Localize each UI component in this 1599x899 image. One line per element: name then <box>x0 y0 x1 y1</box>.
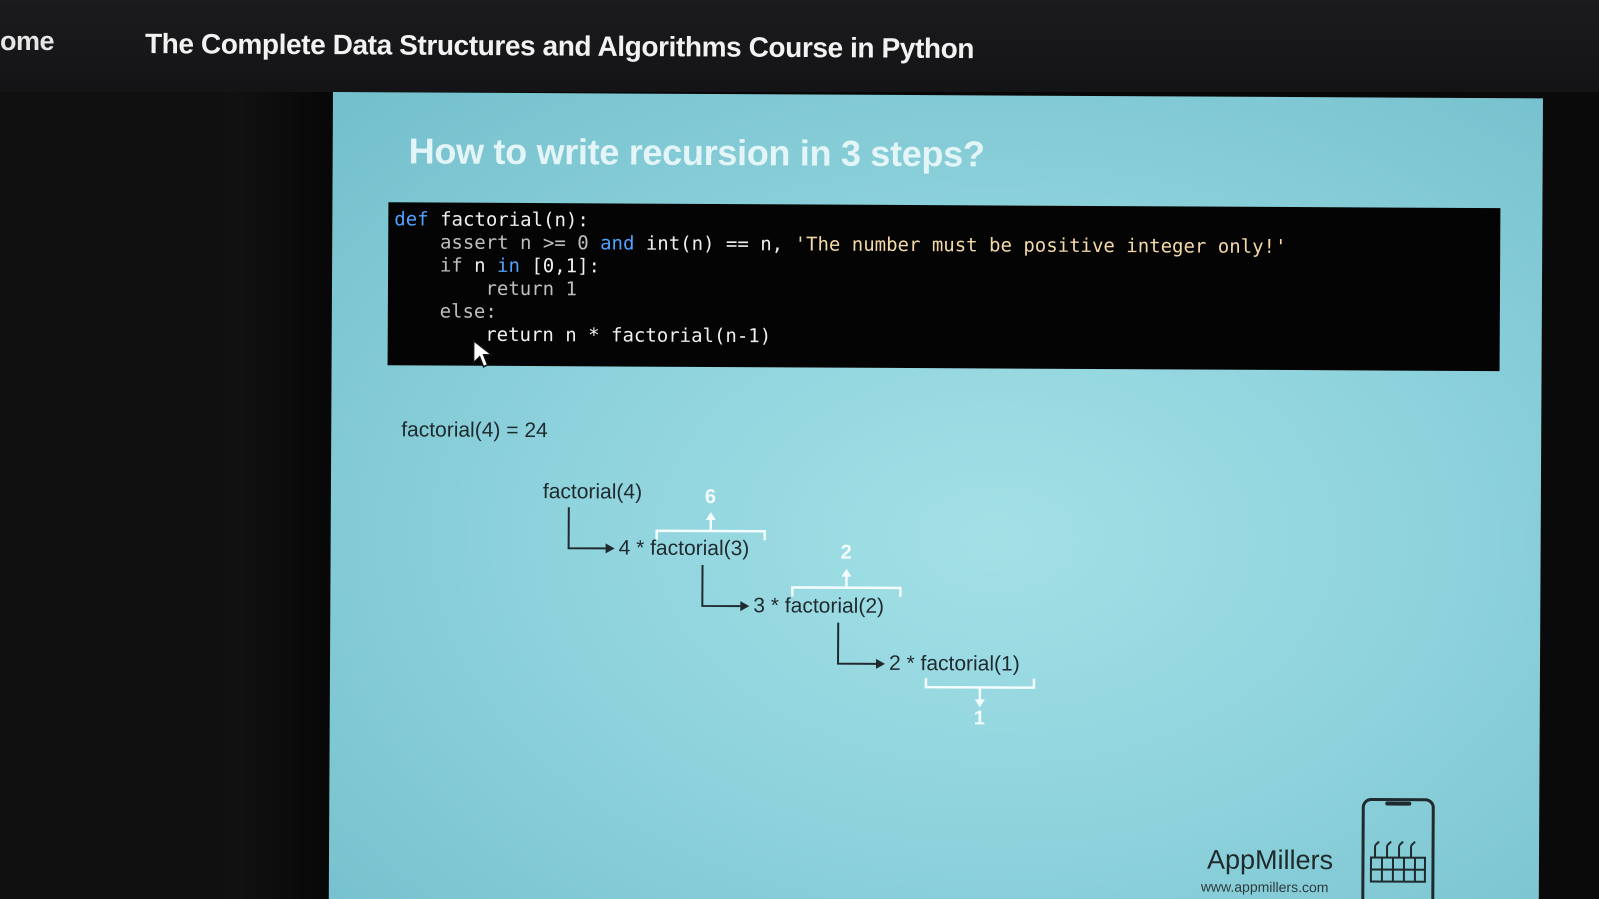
return-value-level1: 6 <box>704 485 717 509</box>
return-arrow-3 <box>974 699 985 708</box>
return-bracket-3 <box>924 678 1036 689</box>
tree-node-root: factorial(4) <box>542 480 643 504</box>
screen: ome The Complete Data Structures and Alg… <box>0 0 1599 899</box>
return-value-level2: 2 <box>840 541 852 564</box>
return-value-level3: 1 <box>973 707 985 730</box>
tree-node-level3: 2 * factorial(1) <box>888 651 1020 676</box>
factory-phone-icon <box>1361 797 1435 899</box>
return-arrow-1 <box>705 511 716 521</box>
brand-name: AppMillers <box>1206 844 1334 876</box>
tree-node-level1: 4 * factorial(3) <box>618 536 750 561</box>
tree-connector-1 <box>567 507 606 550</box>
recursion-tree-diagram <box>567 507 1036 708</box>
tree-arrowhead-3 <box>875 658 886 669</box>
brand-url: www.appmillers.com <box>1200 878 1329 896</box>
top-navigation-bar: ome The Complete Data Structures and Alg… <box>0 0 1599 92</box>
home-link[interactable]: ome <box>0 26 55 57</box>
tree-arrowhead-1 <box>605 543 615 554</box>
tree-connector-3 <box>837 622 877 665</box>
left-panel <box>0 92 212 899</box>
return-arrow-2 <box>841 568 852 577</box>
tree-node-level2: 3 * factorial(2) <box>753 594 885 618</box>
lecture-slide: How to write recursion in 3 steps? def f… <box>328 92 1543 899</box>
course-title: The Complete Data Structures and Algorit… <box>144 28 975 65</box>
tree-arrowhead-2 <box>740 601 750 612</box>
tree-connector-2 <box>701 564 741 608</box>
